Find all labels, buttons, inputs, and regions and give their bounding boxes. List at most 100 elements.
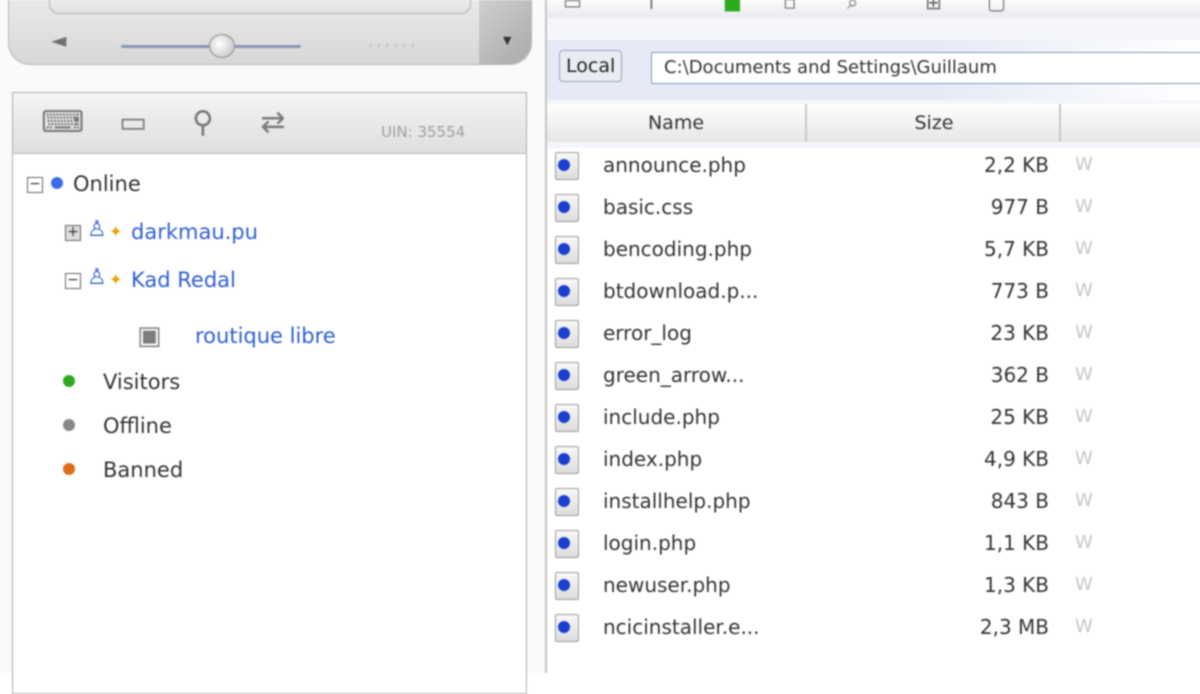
settings-icon[interactable]: ⊞ <box>925 0 942 14</box>
file-row[interactable]: green_arrow... 362 B W <box>547 354 1200 396</box>
chat-icon[interactable]: ⌨ <box>41 105 84 141</box>
column-name[interactable]: Name <box>547 104 807 142</box>
file-type-truncated: W <box>1075 364 1093 385</box>
left-panel: ◄ ,,,,,, ▼ ⌨ ▭ ⚲ ⇄ UIN: 35554 − Online +… <box>0 0 545 694</box>
file-name: installhelp.php <box>603 489 751 513</box>
player-top-strip <box>49 0 471 14</box>
column-size[interactable]: Size <box>809 104 1061 142</box>
user-icon: ♙ <box>87 217 107 242</box>
file-size: 2,2 KB <box>984 153 1049 177</box>
file-name: error_log <box>603 321 692 345</box>
contact-name: routique libre <box>195 324 336 348</box>
file-icon <box>555 152 579 180</box>
file-row[interactable]: index.php 4,9 KB W <box>547 438 1200 480</box>
view-icon[interactable]: ▭ <box>563 0 582 14</box>
file-icon <box>555 320 579 348</box>
banned-status-icon <box>63 463 75 475</box>
file-type-badge-icon <box>558 159 570 171</box>
file-type-truncated: W <box>1075 616 1093 637</box>
file-type-badge-icon <box>558 369 570 381</box>
file-type-badge-icon <box>558 579 570 591</box>
file-row[interactable]: bencoding.php 5,7 KB W <box>547 228 1200 270</box>
rename-icon[interactable]: ⌕ <box>847 0 858 14</box>
file-size: 25 KB <box>990 405 1049 429</box>
visitors-status-icon <box>63 375 75 387</box>
contact-list-panel: ⌨ ▭ ⚲ ⇄ UIN: 35554 − Online + ♙ ✦ darkma… <box>12 92 527 694</box>
file-row[interactable]: installhelp.php 843 B W <box>547 480 1200 522</box>
file-icon <box>555 614 579 642</box>
volume-slider-knob[interactable] <box>209 34 235 58</box>
file-size: 773 B <box>990 279 1049 303</box>
file-type-truncated: W <box>1075 574 1093 595</box>
contact-name: darkmau.pu <box>131 220 258 244</box>
user-search-icon[interactable]: ⚲ <box>183 105 223 141</box>
file-icon <box>555 404 579 432</box>
file-type-badge-icon <box>558 243 570 255</box>
file-type-badge-icon <box>558 327 570 339</box>
refresh-icon[interactable]: ■ <box>723 0 742 14</box>
file-type-badge-icon <box>558 453 570 465</box>
file-size: 5,7 KB <box>984 237 1049 261</box>
file-type-truncated: W <box>1075 448 1093 469</box>
file-name: announce.php <box>603 153 746 177</box>
file-row[interactable]: include.php 25 KB W <box>547 396 1200 438</box>
file-row[interactable]: login.php 1,1 KB W <box>547 522 1200 564</box>
chevron-down-icon: ▼ <box>503 34 512 47</box>
file-type-badge-icon <box>558 285 570 297</box>
volume-scale-marks: ,,,,,, <box>369 34 420 50</box>
up-icon[interactable]: ↑ <box>643 0 660 14</box>
file-row[interactable]: btdownload.p... 773 B W <box>547 270 1200 312</box>
file-row[interactable]: newuser.php 1,3 KB W <box>547 564 1200 606</box>
delete-icon[interactable]: ▫ <box>783 0 797 14</box>
group-label: Online <box>73 172 141 196</box>
file-toolbar: ▭ ↑ ■ ▫ ⌕ ⊞ ▢ <box>547 0 1200 18</box>
file-size: 1,3 KB <box>984 573 1049 597</box>
path-input[interactable]: C:\Documents and Settings\Guillaum <box>651 52 1200 84</box>
file-size: 362 B <box>990 363 1049 387</box>
file-name: basic.css <box>603 195 694 219</box>
file-size: 2,3 MB <box>979 615 1049 639</box>
collapse-icon[interactable]: − <box>65 273 81 289</box>
add-contact-icon[interactable]: ⇄ <box>253 105 293 141</box>
file-name: newuser.php <box>603 573 731 597</box>
file-name: login.php <box>603 531 697 555</box>
computer-icon: ▣ <box>137 321 162 351</box>
path-bar: Local C:\Documents and Settings\Guillaum <box>547 40 1200 100</box>
file-icon <box>555 278 579 306</box>
collapse-icon[interactable]: − <box>27 177 43 193</box>
file-size: 977 B <box>990 195 1049 219</box>
file-row[interactable]: basic.css 977 B W <box>547 186 1200 228</box>
file-type-truncated: W <box>1075 280 1093 301</box>
file-type-truncated: W <box>1075 490 1093 511</box>
file-size: 1,1 KB <box>984 531 1049 555</box>
expand-icon[interactable]: + <box>65 225 81 241</box>
local-location-button[interactable]: Local <box>559 50 623 82</box>
file-icon <box>555 530 579 558</box>
file-type-truncated: W <box>1075 238 1093 259</box>
file-name: include.php <box>603 405 720 429</box>
upload-icon[interactable]: ▢ <box>987 0 1006 14</box>
file-list: announce.php 2,2 KB Wbasic.css 977 B Wbencod… <box>547 148 1200 673</box>
file-icon <box>555 446 579 474</box>
file-type-truncated: W <box>1075 406 1093 427</box>
file-row[interactable]: error_log 23 KB W <box>547 312 1200 354</box>
file-size: 23 KB <box>990 321 1049 345</box>
uin-label: UIN: 35554 <box>381 123 466 141</box>
file-row[interactable]: announce.php 2,2 KB W <box>547 144 1200 186</box>
media-player-bar: ◄ ,,,,,, ▼ <box>8 0 532 65</box>
speaker-icon[interactable]: ◄ <box>51 30 66 50</box>
group-label: Offline <box>103 414 172 438</box>
contact-toolbar: ⌨ ▭ ⚲ ⇄ UIN: 35554 <box>13 93 526 154</box>
file-size: 843 B <box>990 489 1049 513</box>
group-label: Banned <box>103 458 184 482</box>
file-browser-panel: ▭ ↑ ■ ▫ ⌕ ⊞ ▢ Local C:\Documents and Set… <box>545 0 1200 673</box>
status-icon: ✦ <box>109 270 123 289</box>
file-size: 4,9 KB <box>984 447 1049 471</box>
player-menu-button[interactable]: ▼ <box>479 0 531 64</box>
group-label: Visitors <box>103 370 181 394</box>
file-name: btdownload.p... <box>603 279 759 303</box>
file-icon <box>555 572 579 600</box>
folder-icon[interactable]: ▭ <box>113 105 153 141</box>
column-header: Name Size <box>547 104 1200 142</box>
file-row[interactable]: ncicinstaller.e... 2,3 MB W <box>547 606 1200 648</box>
